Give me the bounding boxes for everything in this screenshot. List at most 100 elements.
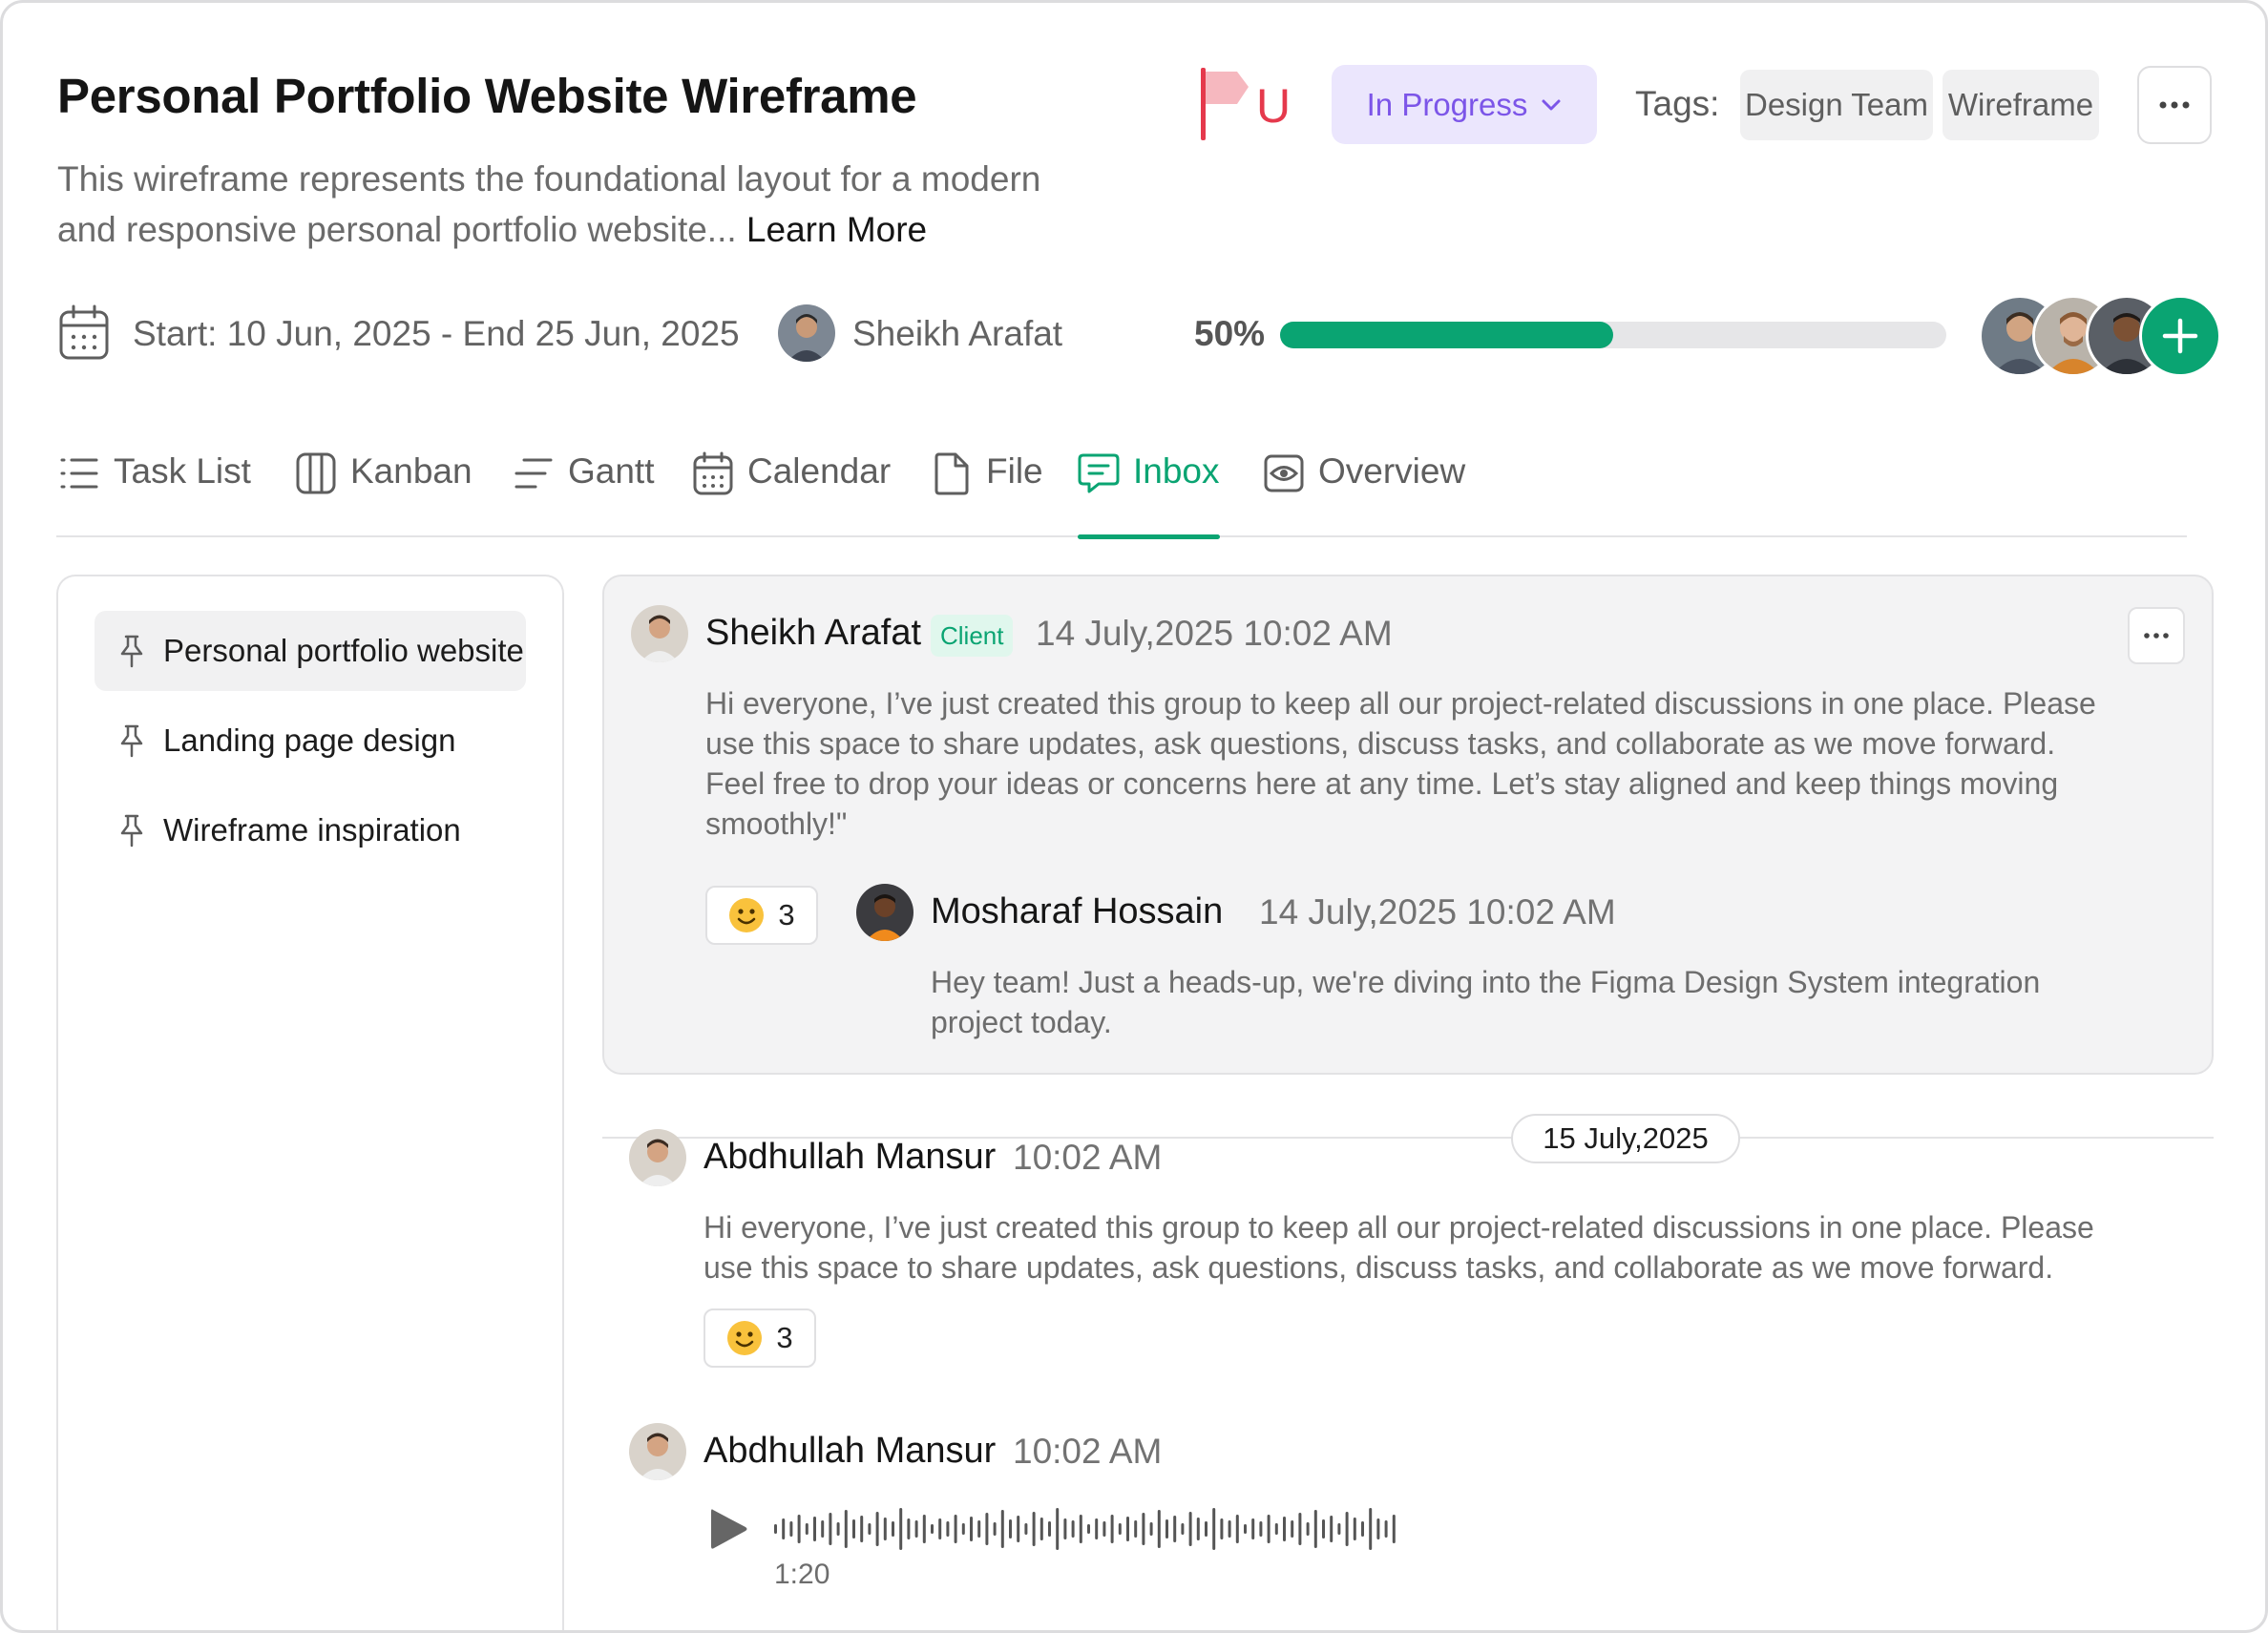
- waveform-bar: [1173, 1516, 1177, 1542]
- waveform-bar: [946, 1521, 950, 1537]
- calendar-icon: [59, 304, 109, 360]
- file-icon: [934, 452, 969, 495]
- priority-flag[interactable]: U: [1199, 68, 1304, 142]
- waveform-bar: [813, 1517, 816, 1541]
- waveform-bar: [1102, 1521, 1106, 1537]
- tab-task-list[interactable]: Task List: [58, 451, 251, 537]
- chat-icon: [1078, 453, 1120, 493]
- tab-gantt[interactable]: Gantt: [513, 451, 655, 537]
- channel-item[interactable]: Wireframe inspiration: [94, 790, 526, 870]
- tag-chip[interactable]: Design Team: [1740, 70, 1933, 140]
- waveform-bar: [868, 1523, 872, 1535]
- play-icon[interactable]: [707, 1506, 749, 1552]
- learn-more-link[interactable]: Learn More: [746, 210, 927, 249]
- waveform-bar: [1040, 1518, 1043, 1540]
- waveform-bar: [852, 1519, 855, 1539]
- message-time: 14 July,2025 10:02 AM: [1259, 892, 1616, 932]
- message-options-button[interactable]: [2128, 607, 2185, 664]
- waveform-bar: [1032, 1512, 1036, 1546]
- waveform-bar: [931, 1524, 934, 1534]
- waveform-bar: [1330, 1516, 1334, 1542]
- tab-file[interactable]: File: [931, 451, 1043, 537]
- project-dates: Start: 10 Jun, 2025 - End 25 Jun, 2025: [133, 314, 740, 353]
- waveform-bar: [1149, 1522, 1153, 1536]
- audio-waveform[interactable]: [772, 1502, 1396, 1556]
- project-title: Personal Portfolio Website Wireframe: [57, 69, 917, 123]
- reaction-button[interactable]: 3: [704, 1308, 816, 1368]
- owner-avatar: [778, 304, 835, 362]
- tags-label: Tags:: [1635, 84, 1720, 123]
- pin-icon: [120, 635, 143, 668]
- tab-inbox[interactable]: Inbox: [1078, 451, 1220, 539]
- waveform-bar: [1228, 1520, 1231, 1538]
- waveform-bar: [1353, 1518, 1356, 1540]
- tab-label: Task List: [114, 451, 251, 491]
- waveform-bar: [789, 1521, 793, 1537]
- channel-item[interactable]: Landing page design: [94, 701, 526, 781]
- channel-item[interactable]: Personal portfolio website: [94, 611, 526, 691]
- waveform-bar: [1274, 1523, 1278, 1535]
- waveform-bar: [922, 1515, 926, 1543]
- waveform-bar: [1000, 1510, 1004, 1548]
- waveform-bar: [1087, 1524, 1090, 1534]
- waveform-bar: [860, 1516, 864, 1542]
- waveform-bar: [1071, 1520, 1075, 1538]
- status-dropdown[interactable]: In Progress: [1332, 65, 1597, 144]
- author-avatar: [629, 1129, 686, 1186]
- waveform-bar: [1384, 1520, 1388, 1538]
- waveform-bar: [993, 1522, 997, 1536]
- tab-kanban[interactable]: Kanban: [295, 451, 472, 537]
- tab-overview[interactable]: Overview: [1263, 451, 1465, 537]
- waveform-bar: [1166, 1519, 1168, 1539]
- waveform-bar: [805, 1523, 808, 1535]
- waveform-bar: [1079, 1515, 1082, 1543]
- reaction-button[interactable]: 3: [705, 886, 818, 945]
- waveform-bar: [1056, 1508, 1060, 1550]
- author-name: Sheikh Arafat: [705, 613, 922, 653]
- waveform-bar: [1048, 1521, 1051, 1537]
- ellipsis-icon: [2159, 101, 2190, 109]
- waveform-bar: [1313, 1510, 1317, 1548]
- message-text: Hey team! Just a heads-up, we're diving …: [931, 965, 2041, 1039]
- tab-label: Inbox: [1133, 451, 1220, 491]
- project-window: Personal Portfolio Website Wireframe Thi…: [0, 0, 2268, 1633]
- waveform-bar: [970, 1517, 973, 1541]
- waveform-bar: [821, 1520, 825, 1538]
- tab-bar: Task List Kanban Gantt Calendar File Inb…: [56, 451, 2187, 539]
- tag-chip[interactable]: Wireframe: [1942, 70, 2099, 140]
- message-time: 10:02 AM: [1013, 1432, 1163, 1471]
- waveform-bar: [844, 1510, 848, 1548]
- waveform-bar: [875, 1512, 879, 1546]
- waveform-bar: [1205, 1521, 1208, 1537]
- more-options-button[interactable]: [2137, 66, 2212, 144]
- waveform-bar: [1267, 1515, 1270, 1543]
- progress-percent: 50%: [1194, 314, 1266, 353]
- author-name: Abdhullah Mansur: [704, 1431, 997, 1471]
- waveform-bar: [1181, 1523, 1185, 1535]
- waveform-bar: [1259, 1521, 1263, 1537]
- list-icon: [60, 458, 98, 489]
- waveform-bar: [1376, 1518, 1380, 1539]
- waveform-bar: [938, 1518, 942, 1539]
- author-name: Mosharaf Hossain: [931, 891, 1224, 932]
- waveform-bar: [1298, 1513, 1302, 1545]
- waveform-bar: [1220, 1518, 1224, 1539]
- author-avatar: [856, 884, 914, 941]
- add-member-button[interactable]: [2139, 295, 2221, 377]
- waveform-bar: [1337, 1523, 1341, 1535]
- waveform-bar: [1063, 1518, 1067, 1539]
- waveform-bar: [1251, 1518, 1255, 1539]
- tab-calendar[interactable]: Calendar: [692, 451, 891, 537]
- waveform-bar: [892, 1521, 894, 1537]
- waveform-bar: [1244, 1524, 1247, 1534]
- tab-label: Gantt: [568, 451, 655, 491]
- waveform-bar: [1134, 1520, 1138, 1538]
- tab-label: Overview: [1318, 451, 1466, 491]
- waveform-bar: [954, 1515, 957, 1543]
- waveform-bar: [899, 1508, 903, 1550]
- author-avatar: [631, 605, 688, 662]
- waveform-bar: [907, 1518, 911, 1539]
- waveform-bar: [1361, 1521, 1364, 1537]
- author-name: Abdhullah Mansur: [704, 1137, 997, 1177]
- chevron-down-icon: [1542, 99, 1561, 110]
